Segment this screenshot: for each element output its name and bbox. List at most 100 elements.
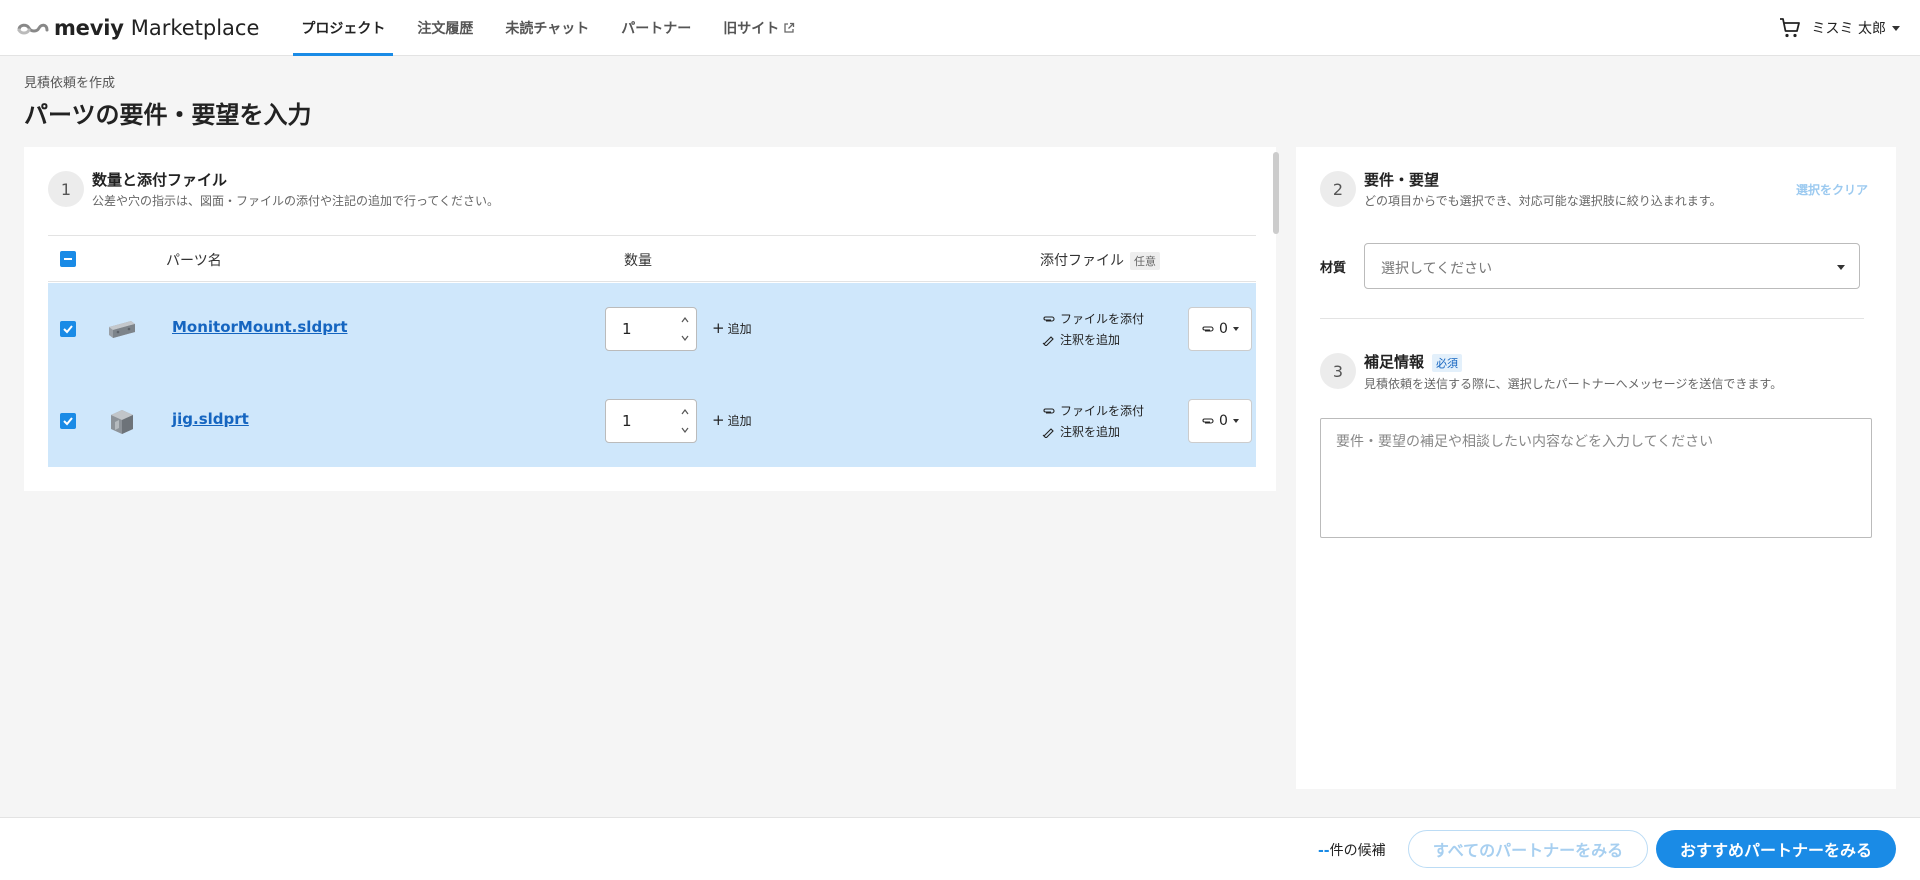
nav-item-projects[interactable]: プロジェクト xyxy=(293,0,394,56)
chevron-down-icon xyxy=(1892,25,1900,31)
nav-label-old-site: 旧サイト xyxy=(723,20,780,37)
nav-item-unread-chat[interactable]: 未読チャット xyxy=(497,0,597,56)
add-note-button[interactable]: 注釈を追加 xyxy=(1042,421,1144,442)
nav-item-partners[interactable]: パートナー xyxy=(613,0,699,56)
top-header: meviy Marketplace プロジェクト 注文履歴 未読チャット パート… xyxy=(0,0,1920,56)
chevron-down-icon xyxy=(1837,265,1845,270)
paperclip-icon xyxy=(1202,326,1214,332)
panel-scrollbar[interactable] xyxy=(1273,152,1279,234)
attach-file-label: ファイルを添付 xyxy=(1060,404,1145,418)
requirements-panel: 2 要件・要望 どの項目からでも選択でき、対応可能な選択肢に絞り込まれます。 選… xyxy=(1296,147,1896,789)
select-all-checkbox[interactable] xyxy=(60,251,76,267)
external-link-icon xyxy=(784,22,795,33)
step-2-badge: 2 xyxy=(1320,171,1356,207)
cart-icon[interactable] xyxy=(1778,16,1802,40)
material-label: 材質 xyxy=(1320,261,1347,276)
add-label: 追加 xyxy=(727,414,752,428)
add-note-label: 注釈を追加 xyxy=(1060,333,1121,347)
row-checkbox[interactable] xyxy=(60,413,76,429)
section-1-title: 数量と添付ファイル xyxy=(92,171,228,189)
supplementary-info-textarea[interactable]: 要件・要望の補足や相談したい内容などを入力してください xyxy=(1320,418,1872,538)
attach-file-label: ファイルを添付 xyxy=(1060,312,1145,326)
attach-file-button[interactable]: ファイルを添付 xyxy=(1042,400,1144,421)
column-quantity: 数量 xyxy=(624,253,652,269)
view-all-partners-button[interactable]: すべてのパートナーをみる xyxy=(1408,830,1648,868)
add-note-button[interactable]: 注釈を追加 xyxy=(1042,329,1144,350)
user-name: ミスミ 太郎 xyxy=(1811,21,1886,37)
column-part-name: パーツ名 xyxy=(166,253,222,269)
section-2-title: 要件・要望 xyxy=(1364,171,1440,189)
required-tag: 必須 xyxy=(1432,353,1463,372)
paperclip-icon xyxy=(1043,315,1055,322)
chevron-down-icon xyxy=(1232,327,1239,331)
file-actions: ファイルを添付 注釈を追加 xyxy=(1042,308,1144,350)
column-attachments: 添付ファイル 任意 xyxy=(1040,250,1160,270)
page-title: パーツの要件・要望を入力 xyxy=(24,101,312,129)
part-name-link[interactable]: MonitorMount.sldprt xyxy=(172,318,348,336)
quantity-value: 1 xyxy=(622,412,632,430)
chevron-up-icon[interactable] xyxy=(680,315,690,325)
column-attachments-label: 添付ファイル xyxy=(1040,253,1124,269)
candidate-count-suffix: 件の候補 xyxy=(1329,843,1386,859)
parts-table-header: パーツ名 数量 添付ファイル 任意 xyxy=(48,235,1256,282)
user-menu[interactable]: ミスミ 太郎 xyxy=(1812,18,1900,38)
file-count: 0 xyxy=(1219,413,1228,429)
textarea-placeholder: 要件・要望の補足や相談したい内容などを入力してください xyxy=(1336,434,1714,450)
material-placeholder: 選択してください xyxy=(1381,261,1493,277)
attach-file-button[interactable]: ファイルを添付 xyxy=(1042,308,1144,329)
nav-item-order-history[interactable]: 注文履歴 xyxy=(409,0,481,56)
add-quantity-button[interactable]: + 追加 xyxy=(712,411,752,429)
attached-files-dropdown[interactable]: 0 xyxy=(1188,307,1252,351)
section-3-title: 補足情報 必須 xyxy=(1364,351,1463,372)
main-nav: プロジェクト 注文履歴 未読チャット パートナー 旧サイト xyxy=(293,0,819,56)
view-recommended-partners-button[interactable]: おすすめパートナーをみる xyxy=(1656,830,1896,868)
header-right: ミスミ 太郎 xyxy=(1778,0,1900,56)
table-row: MonitorMount.sldprt 1 + 追加 ファイルを添付 注釈を追加 … xyxy=(48,283,1256,375)
logo[interactable]: meviy Marketplace xyxy=(16,0,259,56)
chevron-down-icon[interactable] xyxy=(680,425,690,435)
logo-subtitle: Marketplace xyxy=(130,15,260,40)
logo-brand: meviy xyxy=(54,15,124,40)
step-3-badge: 3 xyxy=(1320,353,1356,389)
meviy-logo-icon xyxy=(17,23,49,34)
quantity-value: 1 xyxy=(622,320,632,338)
candidate-count-value: -- xyxy=(1318,843,1330,859)
nav-label-unread-chat: 未読チャット xyxy=(505,20,590,37)
plus-icon: + xyxy=(712,411,725,429)
part-thumbnail-icon xyxy=(111,410,133,434)
plus-icon: + xyxy=(712,319,725,337)
clear-selection-link[interactable]: 選択をクリア xyxy=(1796,181,1868,198)
section-2-description: どの項目からでも選択でき、対応可能な選択肢に絞り込まれます。 xyxy=(1364,194,1722,208)
chevron-down-icon[interactable] xyxy=(680,333,690,343)
attached-files-dropdown[interactable]: 0 xyxy=(1188,399,1252,443)
pencil-note-icon xyxy=(1042,427,1054,438)
nav-item-old-site[interactable]: 旧サイト xyxy=(715,0,803,56)
footer-action-bar: --件の候補 すべてのパートナーをみる おすすめパートナーをみる xyxy=(0,817,1920,880)
add-label: 追加 xyxy=(727,322,752,336)
material-select[interactable]: 選択してください xyxy=(1364,243,1860,289)
row-checkbox[interactable] xyxy=(60,321,76,337)
step-1-badge: 1 xyxy=(48,171,84,207)
nav-label-order-history: 注文履歴 xyxy=(417,20,474,37)
check-icon xyxy=(63,417,73,426)
check-icon xyxy=(63,325,73,334)
table-row: jig.sldprt 1 + 追加 ファイルを添付 注釈を追加 0 xyxy=(48,375,1256,467)
part-name-link[interactable]: jig.sldprt xyxy=(172,410,249,428)
section-1-description: 公差や穴の指示は、図面・ファイルの添付や注記の追加で行ってください。 xyxy=(92,194,500,208)
section-3-description: 見積依頼を送信する際に、選択したパートナーへメッセージを送信できます。 xyxy=(1364,377,1783,391)
quantity-stepper[interactable]: 1 xyxy=(605,399,697,443)
file-actions: ファイルを添付 注釈を追加 xyxy=(1042,400,1144,442)
chevron-up-icon[interactable] xyxy=(680,407,690,417)
add-quantity-button[interactable]: + 追加 xyxy=(712,319,752,337)
section-3-title-label: 補足情報 xyxy=(1364,353,1425,371)
section-divider xyxy=(1320,318,1864,319)
candidate-count: --件の候補 xyxy=(1318,840,1386,860)
quantity-stepper[interactable]: 1 xyxy=(605,307,697,351)
file-count: 0 xyxy=(1219,321,1228,337)
add-note-label: 注釈を追加 xyxy=(1060,425,1121,439)
nav-label-projects: プロジェクト xyxy=(301,20,386,37)
chevron-down-icon xyxy=(1232,419,1239,423)
part-thumbnail-icon xyxy=(109,321,135,338)
pencil-note-icon xyxy=(1042,335,1054,346)
quantity-attachments-panel: 1 数量と添付ファイル 公差や穴の指示は、図面・ファイルの添付や注記の追加で行っ… xyxy=(24,147,1276,491)
